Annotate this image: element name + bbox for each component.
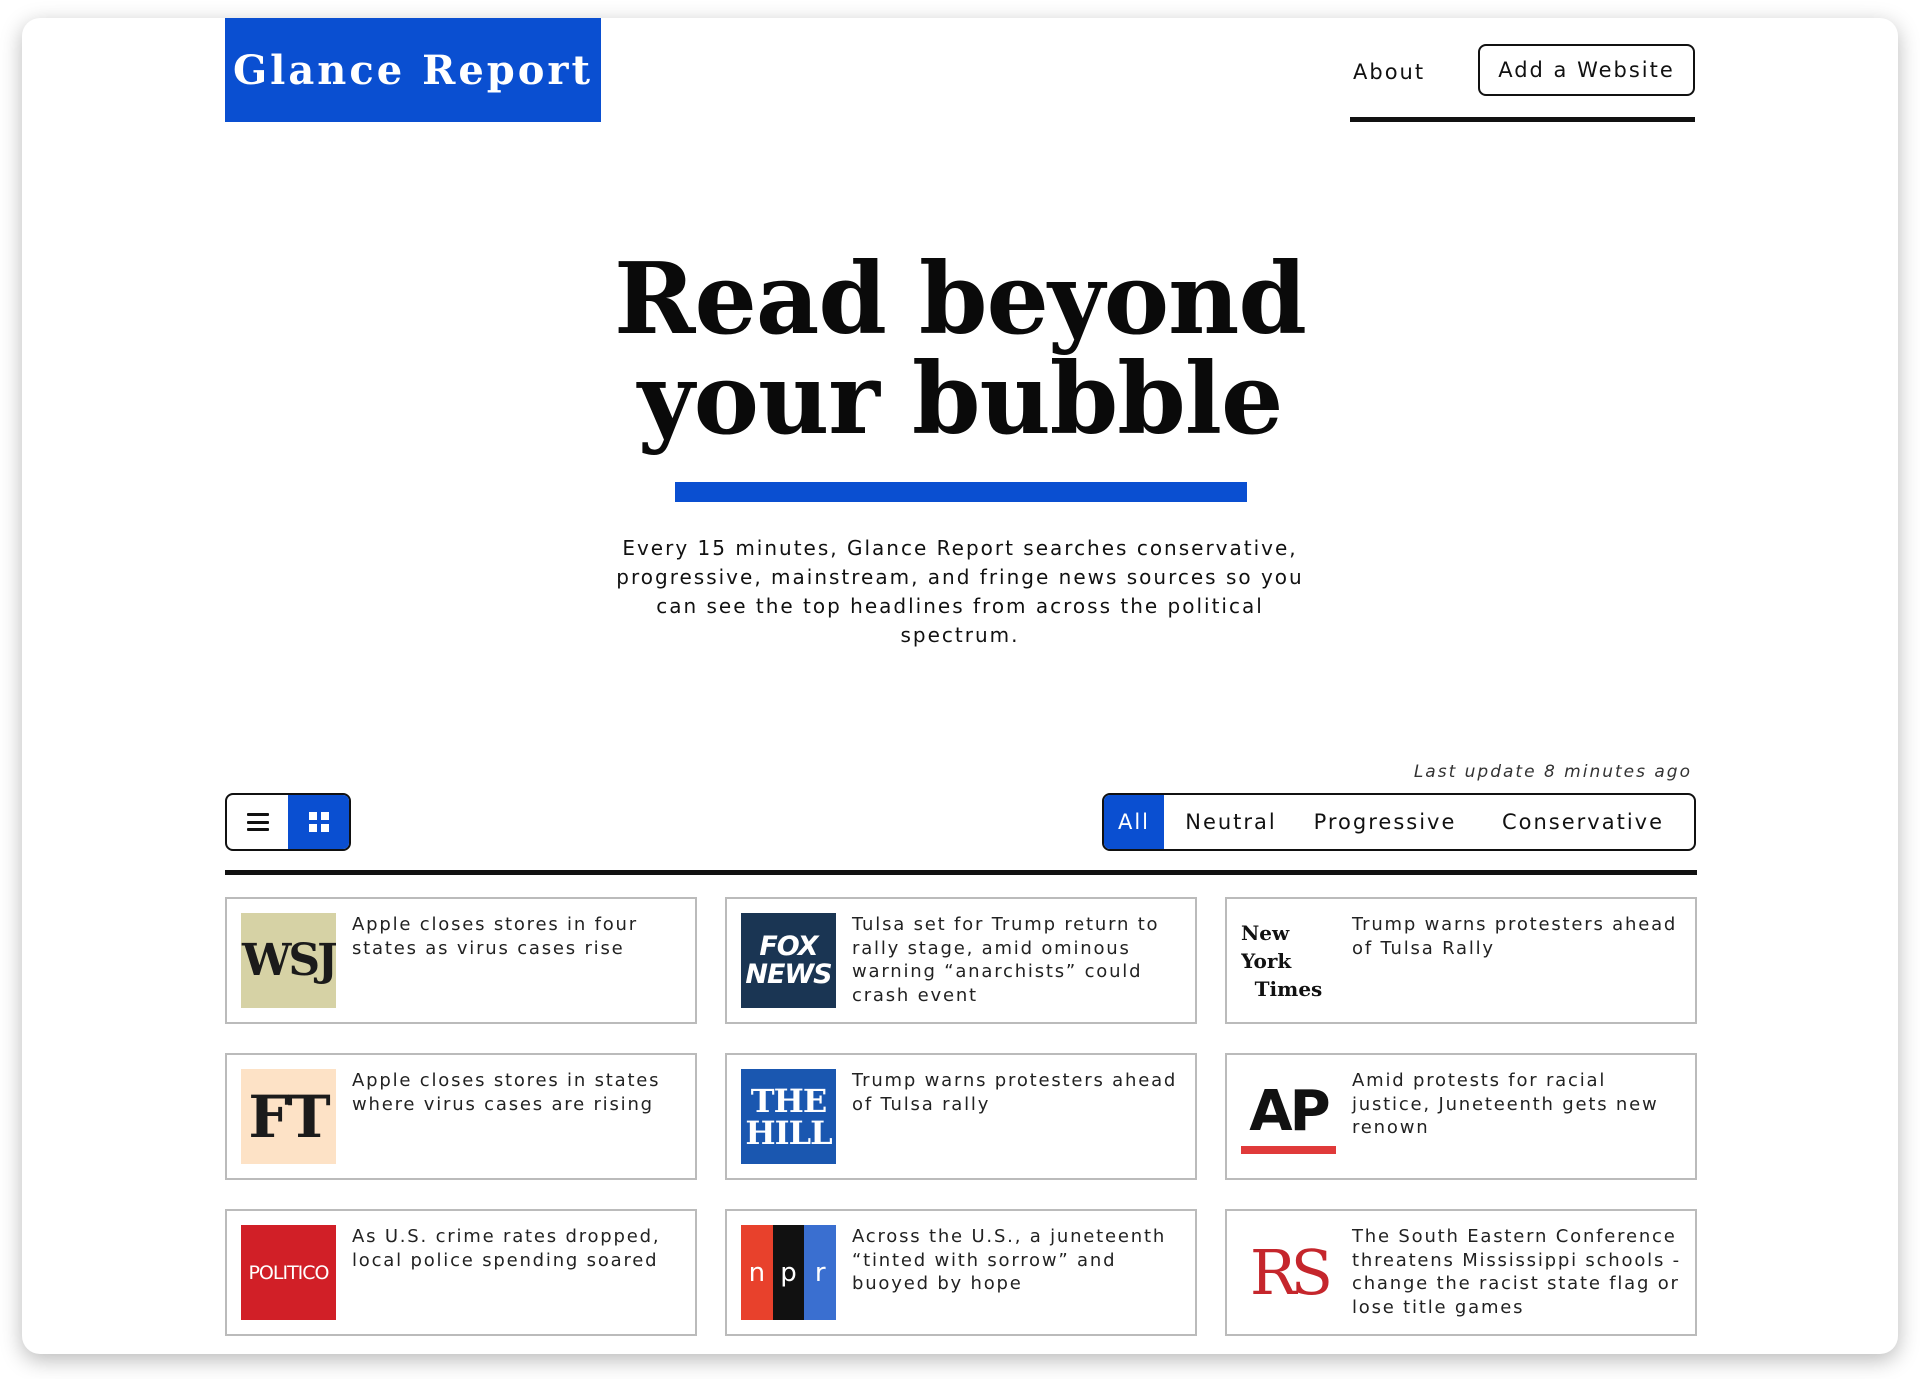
- the-hill-logo: THE HILL: [741, 1069, 836, 1164]
- article-card[interactable]: n p r Across the U.S., a juneteenth “tin…: [725, 1209, 1197, 1336]
- article-headline[interactable]: Apple closes stores in four states as vi…: [352, 913, 685, 960]
- npr-logo-p: p: [772, 1225, 805, 1320]
- site-logo[interactable]: Glance Report: [225, 18, 601, 122]
- nav-about-link[interactable]: About: [1353, 60, 1425, 84]
- article-card[interactable]: FT Apple closes stores in states where v…: [225, 1053, 697, 1180]
- toolbar-divider: [225, 870, 1697, 875]
- article-card[interactable]: FOX NEWS Tulsa set for Trump return to r…: [725, 897, 1197, 1024]
- npr-logo: n p r: [741, 1225, 836, 1320]
- rolling-stone-logo: RS: [1241, 1225, 1336, 1320]
- npr-logo-n: n: [741, 1225, 773, 1320]
- nav-underline: [1350, 117, 1695, 122]
- view-toggle: [225, 793, 351, 851]
- article-card[interactable]: New York Times Trump warns protesters ah…: [1225, 897, 1697, 1024]
- hero-title-line1: Read beyond: [614, 242, 1307, 357]
- list-icon: [246, 813, 269, 831]
- filter-conservative[interactable]: Conservative: [1472, 795, 1694, 849]
- npr-logo-r: r: [804, 1225, 836, 1320]
- filter-progressive[interactable]: Progressive: [1298, 795, 1472, 849]
- fox-logo-line2: NEWS: [745, 958, 832, 990]
- hill-logo-line1: THE: [750, 1081, 827, 1120]
- article-card[interactable]: WSJ Apple closes stores in four states a…: [225, 897, 697, 1024]
- ap-logo-text: AP: [1249, 1079, 1330, 1144]
- list-view-button[interactable]: [227, 795, 288, 849]
- wsj-logo: WSJ: [241, 913, 336, 1008]
- article-headline[interactable]: As U.S. crime rates dropped, local polic…: [352, 1225, 685, 1272]
- article-headline[interactable]: Amid protests for racial justice, Junete…: [1352, 1069, 1685, 1140]
- ap-logo: AP: [1241, 1069, 1336, 1164]
- article-card[interactable]: POLITICO As U.S. crime rates dropped, lo…: [225, 1209, 697, 1336]
- nyt-logo: New York Times: [1241, 913, 1336, 1008]
- article-headline[interactable]: The South Eastern Conference threatens M…: [1352, 1225, 1685, 1319]
- hill-logo-line2: HILL: [745, 1113, 832, 1152]
- filter-neutral[interactable]: Neutral: [1164, 795, 1298, 849]
- hero-description: Every 15 minutes, Glance Report searches…: [616, 536, 1304, 647]
- nyt-logo-line1: New York: [1241, 920, 1292, 973]
- nyt-logo-line2: Times: [1254, 976, 1323, 1001]
- browser-window: Glance Report About Add a Website Read b…: [22, 18, 1898, 1354]
- filter-all[interactable]: All: [1104, 795, 1164, 849]
- article-headline[interactable]: Trump warns protesters ahead of Tulsa ra…: [852, 1069, 1185, 1116]
- grid-icon: [308, 812, 329, 832]
- politico-logo: POLITICO: [241, 1225, 336, 1320]
- fox-news-logo: FOX NEWS: [741, 913, 836, 1008]
- article-card[interactable]: THE HILL Trump warns protesters ahead of…: [725, 1053, 1197, 1180]
- hero-title-line2: your bubble: [637, 342, 1284, 457]
- hero-underline-bar: [675, 482, 1247, 502]
- filter-tabs: All Neutral Progressive Conservative: [1102, 793, 1696, 851]
- ft-logo: FT: [241, 1069, 336, 1164]
- article-headline[interactable]: Tulsa set for Trump return to rally stag…: [852, 913, 1185, 1007]
- article-headline[interactable]: Across the U.S., a juneteenth “tinted wi…: [852, 1225, 1185, 1296]
- article-headline[interactable]: Apple closes stores in states where viru…: [352, 1069, 685, 1116]
- grid-view-button[interactable]: [288, 795, 349, 849]
- fox-logo-line1: FOX: [759, 930, 818, 962]
- add-website-button[interactable]: Add a Website: [1478, 44, 1695, 96]
- article-card[interactable]: AP Amid protests for racial justice, Jun…: [1225, 1053, 1697, 1180]
- article-headline[interactable]: Trump warns protesters ahead of Tulsa Ra…: [1352, 913, 1685, 960]
- hero-title: Read beyond your bubble: [22, 250, 1898, 450]
- last-update-text: Last update 8 minutes ago: [1413, 762, 1692, 782]
- article-card[interactable]: RS The South Eastern Conference threaten…: [1225, 1209, 1697, 1336]
